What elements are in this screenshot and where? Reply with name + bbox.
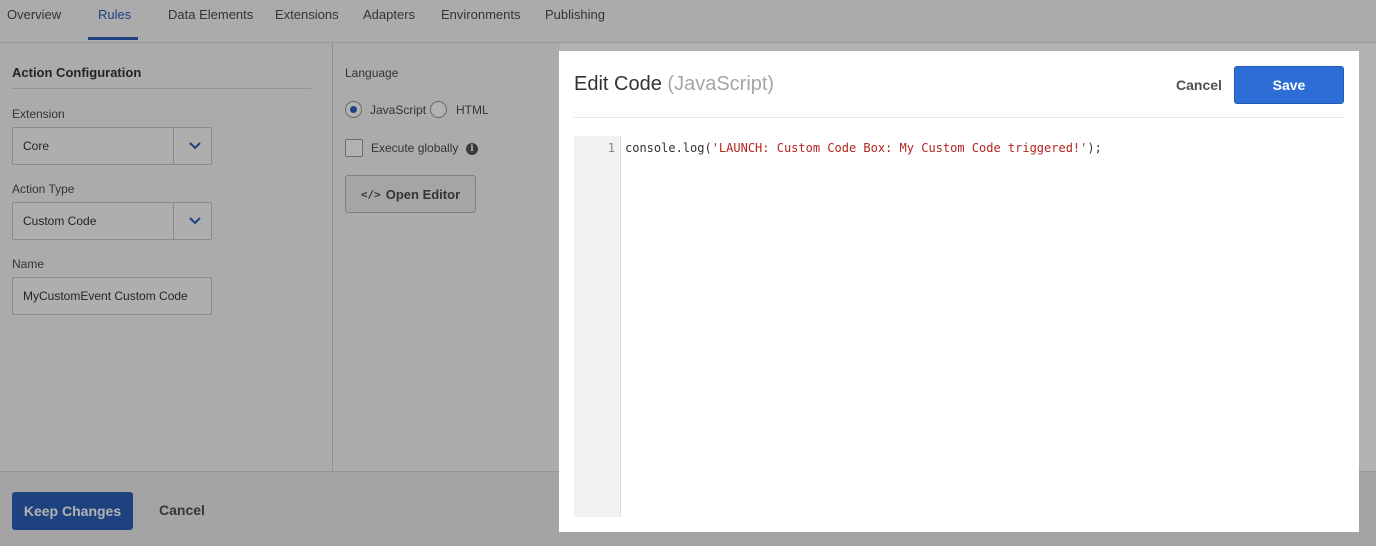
code-line[interactable]: console.log('LAUNCH: Custom Code Box: My…: [625, 141, 1102, 155]
modal-header-divider: [574, 117, 1344, 118]
modal-cancel-button[interactable]: Cancel: [1176, 77, 1222, 93]
modal-title-language: (JavaScript): [667, 73, 775, 95]
edit-code-modal: Edit Code (JavaScript) Cancel Save 1 con…: [559, 51, 1359, 532]
modal-title-text: Edit Code: [574, 73, 662, 95]
code-terminator: );: [1087, 141, 1102, 155]
code-editor[interactable]: 1 console.log('LAUNCH: Custom Code Box: …: [574, 136, 1344, 517]
line-number: 1: [607, 141, 615, 155]
code-string-literal: 'LAUNCH: Custom Code Box: My Custom Code…: [711, 141, 1088, 155]
modal-save-button[interactable]: Save: [1234, 66, 1344, 104]
code-call: console.log(: [625, 141, 712, 155]
line-number-gutter: 1: [574, 136, 621, 517]
modal-title: Edit Code (JavaScript): [574, 73, 774, 96]
